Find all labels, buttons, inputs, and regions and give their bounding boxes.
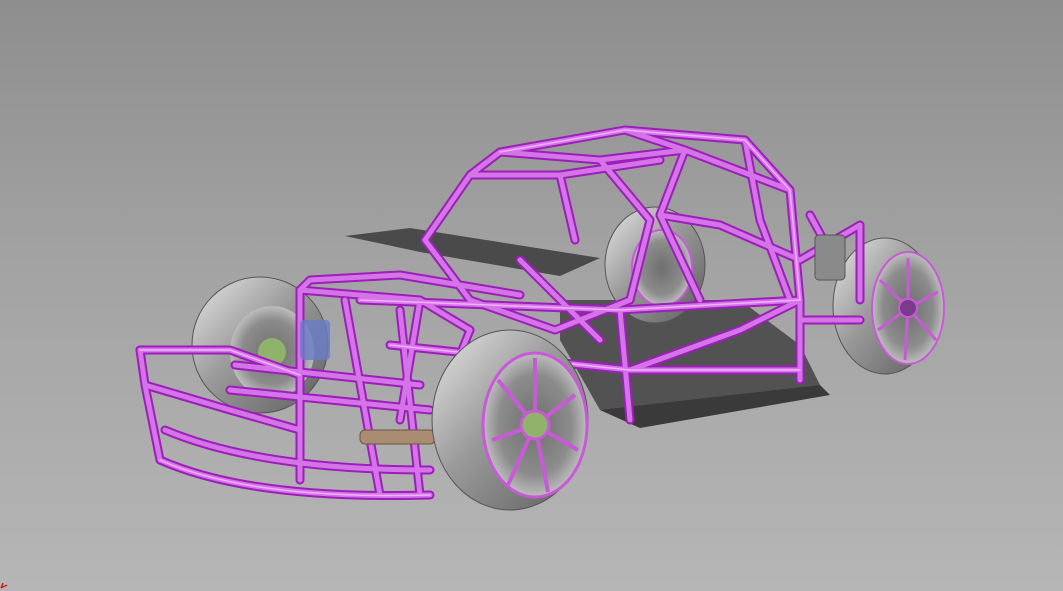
front-near-wheel (431, 329, 589, 511)
axis-triad-icon (0, 582, 8, 589)
rear-right-wheel (832, 237, 945, 375)
3d-viewport[interactable] (0, 0, 1063, 591)
chassis-model[interactable] (0, 0, 1063, 591)
